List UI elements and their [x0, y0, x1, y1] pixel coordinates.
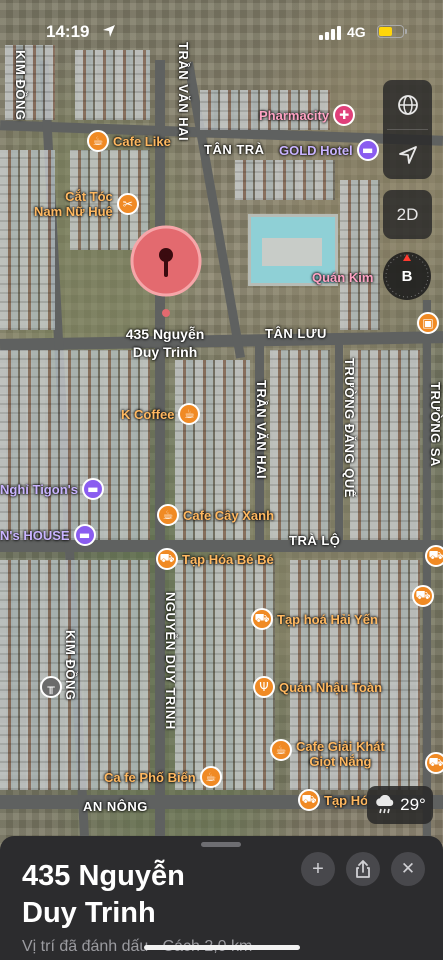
street-label: TRƯỜNG SA	[428, 382, 443, 467]
poi-label: Cafe Cây Xanh	[183, 507, 275, 523]
poi-edge-right[interactable]: ▣	[417, 312, 439, 334]
poi-edge-right[interactable]: ⛟	[412, 585, 434, 607]
street-label: KIM ĐỒNG	[63, 630, 78, 701]
cart-icon: ⛟	[251, 608, 273, 630]
restaurant-icon: ╥	[40, 676, 62, 698]
poi-edge-right[interactable]: ⛟	[425, 545, 443, 567]
view-mode-label: 2D	[396, 204, 419, 224]
poi-label: GOLD Hotel	[279, 142, 353, 158]
map-style-button[interactable]	[383, 80, 432, 129]
compass-letter: B	[401, 267, 413, 285]
poi-quan-kim[interactable]: Quán Kim	[312, 270, 373, 285]
poi-label: Nghỉ Tigon's	[0, 481, 78, 497]
poi-label: Quán Nhậu Toàn	[279, 679, 383, 695]
place-title: 435 Nguyễn Duy Trinh	[22, 860, 185, 929]
poi-label: Tạp Hó	[324, 792, 369, 808]
weather-chip[interactable]: 29°	[367, 786, 433, 824]
cart-icon: ⛟	[425, 545, 443, 567]
poi-cafe-cay-xanh[interactable]: ☕ Cafe Cây Xanh	[157, 504, 274, 526]
bed-icon: ▬	[81, 478, 104, 500]
poi-quan-nhau-toan[interactable]: Ψ Quán Nhậu Toàn	[253, 676, 382, 698]
view-mode-button[interactable]: 2D	[383, 190, 432, 239]
network-type: 4G	[347, 24, 366, 40]
street-label: AN NÔNG	[83, 799, 148, 814]
poi-label: Cafe Like	[113, 133, 171, 149]
sheet-grabber[interactable]	[201, 842, 241, 847]
cart-icon: ⛟	[298, 789, 320, 811]
fork-knife-icon: Ψ	[253, 676, 275, 698]
poi-gold-hotel[interactable]: ▬ GOLD Hotel	[279, 139, 379, 161]
poi-tap-ho[interactable]: ⛟ Tạp Hó	[298, 789, 368, 811]
street-label: TÂN TRÀ	[204, 142, 265, 157]
clock: 14:19	[46, 22, 90, 41]
battery-icon	[377, 25, 407, 38]
bed-icon: ▬	[356, 139, 379, 161]
poi-cafe-pho-bien[interactable]: ☕ Ca fe Phố Biển	[104, 766, 222, 788]
poi-ns-house[interactable]: ▬ N's HOUSE	[0, 524, 96, 546]
dropped-pin-label: 435 Nguyễn Duy Trinh	[125, 326, 205, 360]
poi-label: N's HOUSE	[0, 527, 70, 543]
pill-icon: ✚	[333, 104, 356, 126]
status-bar: 14:19 4G	[0, 0, 443, 60]
poi-label: K Coffee	[121, 406, 175, 422]
home-indicator[interactable]	[144, 945, 300, 950]
temperature: 29°	[400, 795, 426, 814]
coffee-icon: ☕	[87, 130, 109, 152]
coffee-icon: ☕	[199, 766, 222, 788]
street-label: TRƯỜNG ĐĂNG QUẾ	[342, 358, 357, 498]
poi-label: Cắt Tóc Nam Nữ Huệ	[34, 189, 113, 219]
cart-icon: ⛟	[156, 548, 178, 570]
plus-icon: +	[312, 857, 324, 880]
bed-icon: ▬	[73, 524, 96, 546]
rain-cloud-icon	[376, 795, 394, 814]
signal-icon	[319, 26, 341, 40]
poi-unnamed[interactable]: ╥	[40, 676, 62, 698]
poi-label: Tạp Hóa Bé Bé	[182, 551, 274, 567]
poi-label: Tạp hoá Hải Yến	[277, 611, 378, 627]
poi-nghi-tigon[interactable]: ▬ Nghỉ Tigon's	[0, 478, 104, 500]
cart-icon: ⛟	[412, 585, 434, 607]
poi-k-coffee[interactable]: ☕ K Coffee	[121, 403, 201, 425]
dropped-pin-marker[interactable]	[130, 225, 202, 325]
street-label: TRẦN VĂN HAI	[254, 380, 269, 480]
map-control-group	[383, 80, 432, 179]
close-icon: ✕	[400, 859, 416, 878]
street-label: KIM ĐỒNG	[13, 50, 28, 121]
poi-pharmacity[interactable]: ✚ Pharmacity	[259, 104, 356, 126]
poi-cafe-giai-khat[interactable]: ☕ Cafe Giải Khát Giọt Nắng	[270, 739, 385, 769]
cup-icon: ☕	[178, 403, 201, 425]
close-button[interactable]: ✕	[391, 852, 425, 886]
poi-label: Pharmacity	[259, 107, 330, 123]
location-arrow-icon	[103, 25, 115, 37]
poi-cafe-like[interactable]: ☕ Cafe Like	[87, 130, 171, 152]
locate-me-button[interactable]	[383, 130, 432, 179]
poi-tap-hoa-hai-yen[interactable]: ⛟ Tạp hoá Hải Yến	[251, 608, 378, 630]
poi-label: Cafe Giải Khát Giọt Nắng	[296, 739, 385, 769]
location-arrow-icon	[398, 145, 417, 164]
cart-icon: ⛟	[425, 752, 443, 774]
poi-label: Ca fe Phố Biển	[104, 769, 196, 785]
share-icon	[356, 860, 370, 878]
satellite-map[interactable]	[0, 0, 443, 850]
street-label: TÂN LƯU	[265, 326, 327, 341]
share-button[interactable]	[346, 852, 380, 886]
add-button[interactable]: +	[301, 852, 335, 886]
compass-button[interactable]: B	[383, 252, 431, 300]
street-label: NGUYỄN DUY TRINH	[163, 592, 178, 730]
globe-icon	[397, 94, 418, 115]
poi-cat-toc[interactable]: ✂ Cắt Tóc Nam Nữ Huệ	[34, 189, 139, 219]
shop-icon: ▣	[417, 312, 439, 334]
poi-label: Quán Kim	[312, 270, 374, 285]
pin-icon	[130, 225, 202, 317]
street-label: TRÀ LỘ	[289, 533, 341, 548]
poi-tap-hoa-be-be[interactable]: ⛟ Tạp Hóa Bé Bé	[156, 548, 274, 570]
coffee-icon: ☕	[270, 739, 292, 761]
scissors-icon: ✂	[116, 193, 139, 215]
coffee-icon: ☕	[157, 504, 179, 526]
poi-edge-right[interactable]: ⛟	[425, 752, 443, 774]
